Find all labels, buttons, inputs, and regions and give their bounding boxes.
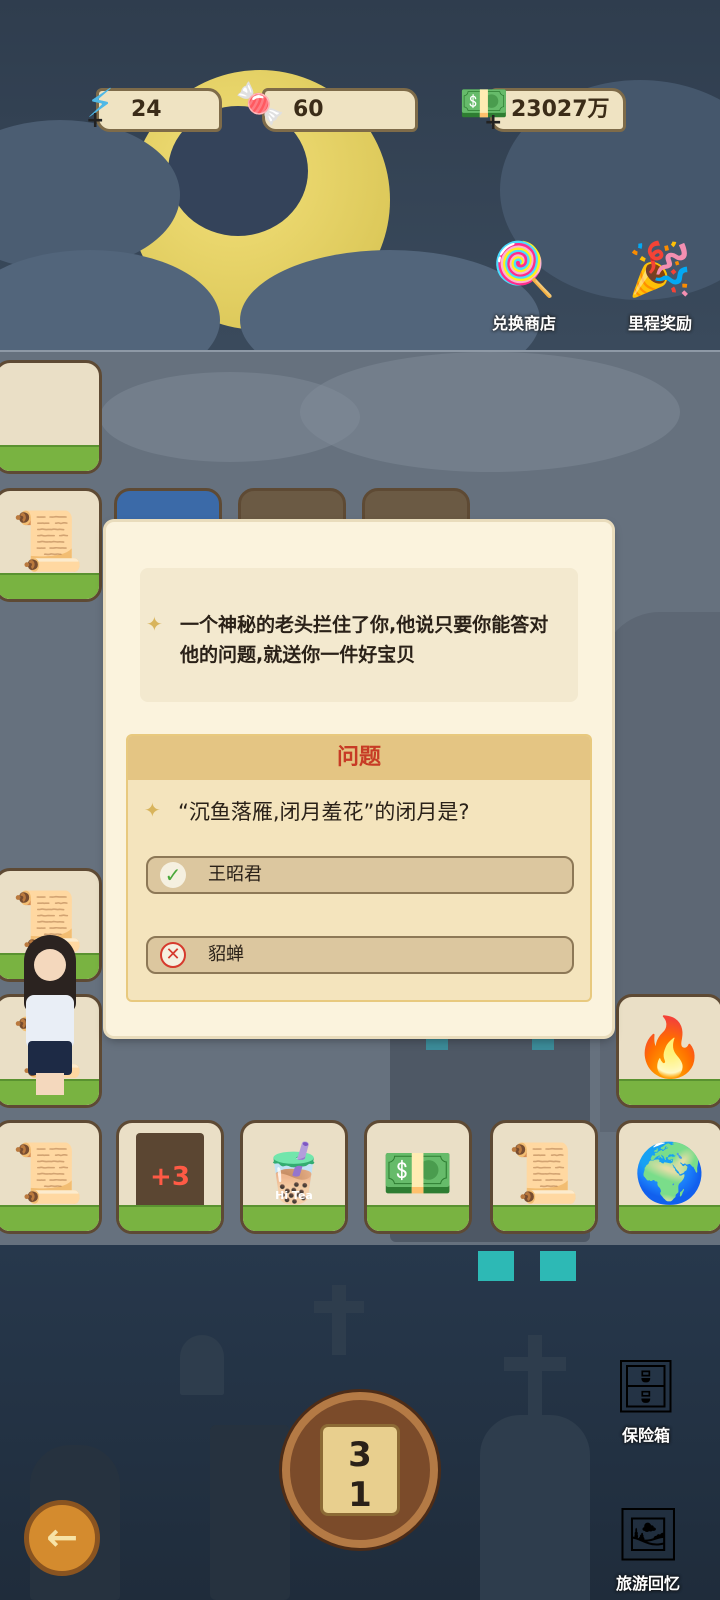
campfire-icon: 🔥 — [633, 1013, 707, 1081]
scroll-icon: 📜 — [11, 1139, 85, 1207]
question-panel: 问题 ✦ “沉鱼落雁,闭月羞花”的闭月是? ✓ 王昭君 ✕ 貂蝉 — [126, 734, 592, 1002]
exchange-shop-button[interactable]: 🍭 兑换商店 — [474, 230, 574, 334]
player-character — [14, 935, 86, 1095]
safe-icon: 🗄 — [612, 1357, 679, 1417]
question-text: “沉鱼落雁,闭月羞花”的闭月是? — [178, 800, 470, 824]
event-dialog: ✦ 一个神秘的老头拦住了你,他说只要你能答对他的问题,就送你一件好宝贝 问题 ✦… — [106, 522, 612, 1036]
board-tile[interactable] — [0, 360, 102, 474]
story-box: ✦ 一个神秘的老头拦住了你,他说只要你能答对他的问题,就送你一件好宝贝 — [140, 568, 578, 702]
add-cash-icon[interactable]: + — [484, 110, 502, 135]
story-text: 一个神秘的老头拦住了你,他说只要你能答对他的问题,就送你一件好宝贝 — [180, 614, 549, 666]
sparkle-icon: ✦ — [144, 798, 161, 822]
dice-icon: 3 1 — [320, 1424, 400, 1516]
safe-label: 保险箱 — [621, 1426, 670, 1445]
photo-album-icon: 🖼 — [614, 1505, 681, 1565]
cash-tile[interactable]: 💵 — [364, 1120, 472, 1234]
question-title: 问题 — [128, 736, 590, 780]
scroll-icon: 📜 — [507, 1139, 581, 1207]
add-energy-icon[interactable]: + — [86, 108, 104, 133]
cash-stack-icon: 💵 — [381, 1139, 455, 1207]
globe-airplane-icon: 🌍 — [633, 1139, 707, 1207]
sparkle-icon: ✦ — [146, 612, 163, 636]
travel-memories-button[interactable]: 🖼 旅游回忆 — [598, 1500, 698, 1594]
party-popper-icon: 🎉 — [627, 240, 693, 300]
checkmark-icon: ✓ — [160, 862, 186, 888]
bubble-tea-tile[interactable]: 🧋 Hi Tea — [240, 1120, 348, 1234]
scroll-icon: 📜 — [11, 507, 85, 575]
milestone-rewards-button[interactable]: 🎉 里程奖励 — [610, 230, 710, 334]
milestone-rewards-label: 里程奖励 — [627, 314, 692, 333]
scroll-tile[interactable]: 📜 — [0, 1120, 102, 1234]
scroll-tile[interactable]: 📜 — [490, 1120, 598, 1234]
scroll-tile[interactable]: 📜 — [0, 488, 102, 602]
answer-text: 貂蝉 — [208, 944, 244, 965]
candy-icon: 🍬 — [235, 81, 285, 127]
exchange-shop-label: 兑换商店 — [491, 314, 556, 333]
travel-memories-label: 旅游回忆 — [615, 1574, 680, 1593]
back-button[interactable]: ← — [24, 1500, 100, 1576]
travel-globe-tile[interactable]: 🌍 — [616, 1120, 720, 1234]
answer-text: 王昭君 — [208, 864, 262, 885]
roll-dice-button[interactable]: 3 1 — [282, 1392, 438, 1548]
campfire-tile[interactable]: 🔥 — [616, 994, 720, 1108]
answer-option-correct[interactable]: ✓ 王昭君 — [146, 856, 574, 894]
safe-button[interactable]: 🗄 保险箱 — [596, 1352, 696, 1446]
gumball-machine-icon: 🍭 — [491, 240, 557, 300]
answer-option-wrong[interactable]: ✕ 貂蝉 — [146, 936, 574, 974]
back-arrow-icon: ← — [46, 1515, 78, 1559]
cross-icon: ✕ — [160, 942, 186, 968]
signpost-tile[interactable]: +3 — [116, 1120, 224, 1234]
